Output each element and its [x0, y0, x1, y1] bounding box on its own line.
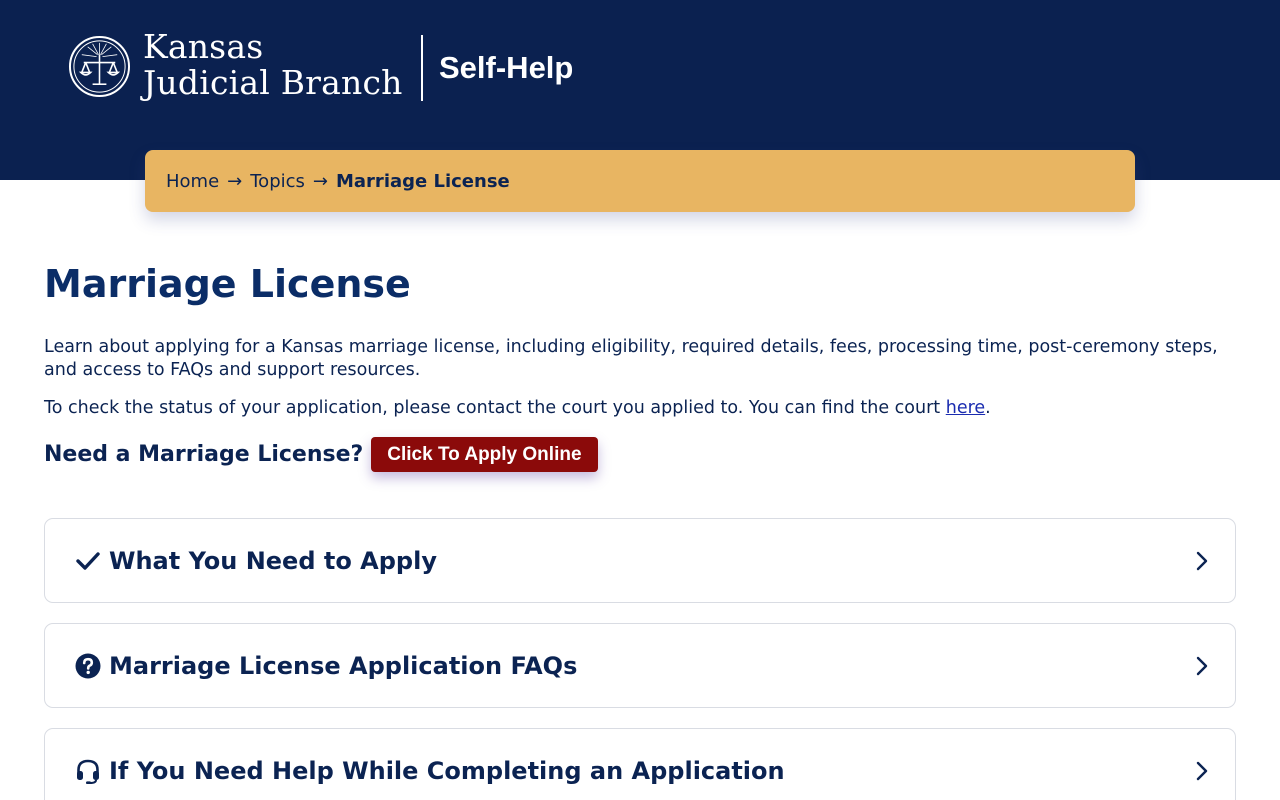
status-text-end: .: [985, 398, 991, 418]
scales-of-justice-seal-icon[interactable]: [68, 35, 131, 98]
section-title-self-help[interactable]: Self-Help: [439, 48, 573, 88]
intro-text: Learn about applying for a Kansas marria…: [44, 337, 1218, 380]
accordion-what-you-need[interactable]: What You Need to Apply: [44, 518, 1236, 603]
accordion-title: Marriage License Application FAQs: [109, 651, 578, 680]
find-court-link[interactable]: here: [946, 398, 985, 418]
brand-line-2: Judicial Branch: [143, 63, 403, 102]
accordion-application-faqs[interactable]: Marriage License Application FAQs: [44, 623, 1236, 708]
chevron-right-icon: [1196, 656, 1208, 675]
status-text: To check the status of your application,…: [44, 397, 1244, 420]
site-brand[interactable]: Kansas Judicial Branch: [143, 29, 403, 101]
need-license-label: Need a Marriage License?: [44, 442, 364, 467]
accordion-title: If You Need Help While Completing an App…: [109, 756, 785, 785]
chevron-right-icon: [1196, 761, 1208, 780]
breadcrumb-separator: →: [227, 170, 243, 192]
accordion-help-completing[interactable]: If You Need Help While Completing an App…: [44, 728, 1236, 800]
checkmark-icon: [75, 548, 101, 574]
breadcrumb-separator: →: [312, 170, 328, 192]
page-title: Marriage License: [44, 262, 411, 306]
breadcrumb-topics-link[interactable]: Topics: [250, 171, 305, 192]
chevron-right-icon: [1196, 551, 1208, 570]
breadcrumb-home-link[interactable]: Home: [166, 171, 219, 192]
status-text-body: To check the status of your application,…: [44, 398, 946, 418]
accordion-title: What You Need to Apply: [109, 546, 437, 575]
brand-line-1: Kansas: [143, 27, 264, 66]
breadcrumb-current: Marriage License: [336, 170, 510, 192]
apply-online-button[interactable]: Click To Apply Online: [371, 437, 598, 472]
headset-icon: [75, 758, 101, 784]
breadcrumb: Home → Topics → Marriage License: [145, 150, 1135, 212]
question-circle-icon: [75, 653, 101, 679]
apply-row: Need a Marriage License? Click To Apply …: [44, 437, 598, 472]
header-divider: [421, 35, 423, 101]
